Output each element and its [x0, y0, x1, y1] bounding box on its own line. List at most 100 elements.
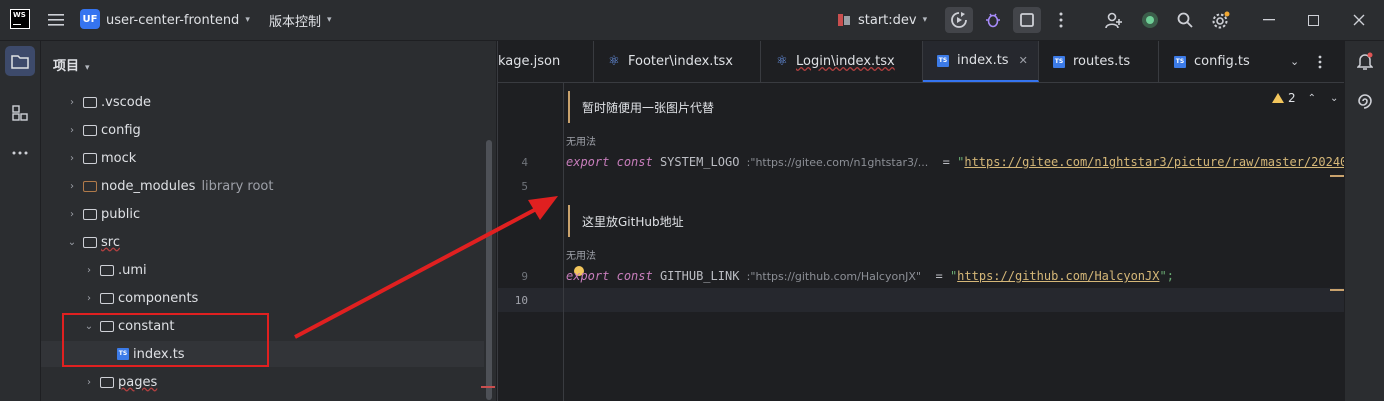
typescript-file-icon: TS — [937, 54, 949, 67]
main-menu-button[interactable] — [48, 0, 64, 40]
chevron-down-icon: ▾ — [85, 63, 90, 73]
chevron-down-icon: ▾ — [327, 15, 332, 25]
more-vertical-icon — [1059, 12, 1063, 28]
tab-login-index[interactable]: ⚛ Login\index.tsx — [761, 41, 923, 82]
structure-tool-button[interactable] — [5, 98, 35, 128]
code-with-me-button[interactable] — [1100, 7, 1128, 33]
npm-run-config-icon — [838, 14, 850, 26]
tab-index-ts[interactable]: TS index.ts ✕ — [923, 41, 1039, 82]
inspection-widget[interactable]: 2 ⌃ ⌄ — [1272, 91, 1338, 105]
tree-item-label: public — [101, 206, 141, 222]
spiral-icon — [1358, 94, 1372, 109]
status-dot-icon — [1142, 12, 1158, 28]
left-tool-strip — [0, 41, 41, 401]
tree-item-label: .umi — [118, 262, 147, 278]
typescript-file-icon: TS — [1053, 55, 1065, 68]
identifier: SYSTEM_LOGO — [659, 155, 740, 169]
editor: kage.json ⚛ Footer\index.tsx ⚛ Login\index… — [497, 41, 1362, 401]
ai-assistant-button[interactable] — [1136, 7, 1164, 33]
more-tools-button[interactable] — [5, 138, 35, 168]
rerun-button[interactable] — [945, 7, 973, 33]
tree-item[interactable]: › mock — [41, 145, 496, 171]
tabs-dropdown-button[interactable]: ⌄ — [1290, 41, 1314, 82]
tab-label: kage.json — [498, 54, 561, 69]
project-tool-button[interactable] — [5, 46, 35, 76]
keyword: const — [616, 269, 653, 283]
chevron-right-icon: › — [70, 96, 74, 108]
close-window-button[interactable] — [1336, 0, 1382, 40]
keyword: const — [616, 155, 653, 169]
maximize-button[interactable] — [1290, 0, 1336, 40]
minimize-button[interactable] — [1246, 0, 1292, 40]
chevron-right-icon: › — [70, 152, 74, 164]
tree-item[interactable]: › pages — [41, 369, 496, 395]
tab-footer-index[interactable]: ⚛ Footer\index.tsx — [594, 41, 761, 82]
tab-package-json[interactable]: kage.json — [498, 41, 594, 82]
identifier: GITHUB_LINK — [659, 269, 740, 283]
code-line-9[interactable]: export const GITHUB_LINK :"https://githu… — [566, 269, 1174, 283]
line-number: 10 — [514, 294, 528, 307]
code-line-4[interactable]: export const SYSTEM_LOGO :"https://gitee… — [566, 155, 1362, 169]
run-config-selector[interactable]: start:dev ▾ — [838, 0, 927, 40]
chevron-right-icon: › — [87, 376, 91, 388]
tab-label: config.ts — [1194, 54, 1250, 69]
typescript-file-icon: TS — [1174, 55, 1186, 68]
library-root-label: library root — [201, 178, 274, 194]
notifications-button[interactable] — [1350, 46, 1380, 76]
error-marker — [481, 386, 495, 388]
tree-item[interactable]: › components — [41, 285, 496, 311]
tree-item[interactable]: › .vscode — [41, 89, 496, 115]
tree-item[interactable]: ⌄ src — [41, 229, 496, 255]
tree-item[interactable]: › .umi — [41, 257, 496, 283]
structure-icon — [12, 105, 28, 121]
run-config-label: start:dev — [858, 12, 917, 28]
tree-item[interactable]: › public — [41, 201, 496, 227]
stop-button[interactable] — [1013, 7, 1041, 33]
tab-label: Footer\index.tsx — [628, 54, 734, 69]
bell-icon — [1357, 52, 1373, 70]
tree-item-label: src — [101, 234, 120, 250]
more-actions-button[interactable] — [1047, 7, 1075, 33]
tree-item[interactable]: › node_modules library root — [41, 173, 496, 199]
editor-tabs: kage.json ⚛ Footer\index.tsx ⚛ Login\index… — [498, 41, 1344, 83]
stop-icon — [1020, 13, 1034, 27]
tabs-more-button[interactable] — [1318, 41, 1342, 82]
usage-hint: 无用法 — [566, 251, 596, 262]
doc-comment: 暂时随便用一张图片代替 — [568, 91, 714, 123]
search-button[interactable] — [1171, 7, 1199, 33]
close-tab-icon[interactable]: ✕ — [1019, 54, 1028, 67]
more-vertical-icon — [1318, 55, 1322, 68]
string-literal: "https://gitee.com/n1ghtstar3/picture/ra… — [957, 155, 1362, 169]
folder-icon — [100, 376, 114, 388]
debug-button[interactable] — [979, 7, 1007, 33]
ai-chat-button[interactable] — [1350, 86, 1380, 116]
tree-item-label: mock — [101, 150, 137, 166]
project-scrollbar[interactable] — [486, 140, 492, 400]
folder-icon — [83, 236, 97, 248]
bug-icon — [986, 13, 1000, 28]
annotation-highlight-box — [62, 313, 269, 367]
project-name: user-center-frontend — [106, 12, 240, 28]
tab-routes-ts[interactable]: TS routes.ts — [1039, 41, 1159, 82]
tree-item-label: pages — [118, 374, 158, 390]
project-switcher[interactable]: user-center-frontend ▾ — [106, 0, 250, 40]
chevron-up-icon[interactable]: ⌃ — [1308, 93, 1316, 104]
chevron-right-icon: › — [70, 124, 74, 136]
chevron-right-icon: › — [87, 292, 91, 304]
inspection-count: 2 — [1288, 91, 1296, 105]
folder-icon — [83, 152, 97, 164]
react-icon: ⚛ — [608, 53, 620, 69]
project-panel-header[interactable]: 项目 ▾ — [53, 55, 90, 74]
url-link[interactable]: https://gitee.com/n1ghtstar3/picture/raw… — [964, 155, 1361, 169]
gutter-separator — [563, 83, 564, 401]
close-icon — [1353, 14, 1365, 26]
chevron-down-icon[interactable]: ⌄ — [1330, 93, 1338, 104]
folder-icon — [100, 292, 114, 304]
settings-button[interactable] — [1207, 7, 1235, 33]
tab-config-ts[interactable]: TS config.ts — [1159, 41, 1283, 82]
webstorm-logo-icon[interactable]: WS — [10, 9, 30, 29]
tree-item[interactable]: › config — [41, 117, 496, 143]
vcs-menu[interactable]: 版本控制 ▾ — [269, 0, 332, 40]
url-link[interactable]: https://github.com/HalcyonJX — [957, 269, 1159, 283]
chevron-right-icon: › — [70, 208, 74, 220]
